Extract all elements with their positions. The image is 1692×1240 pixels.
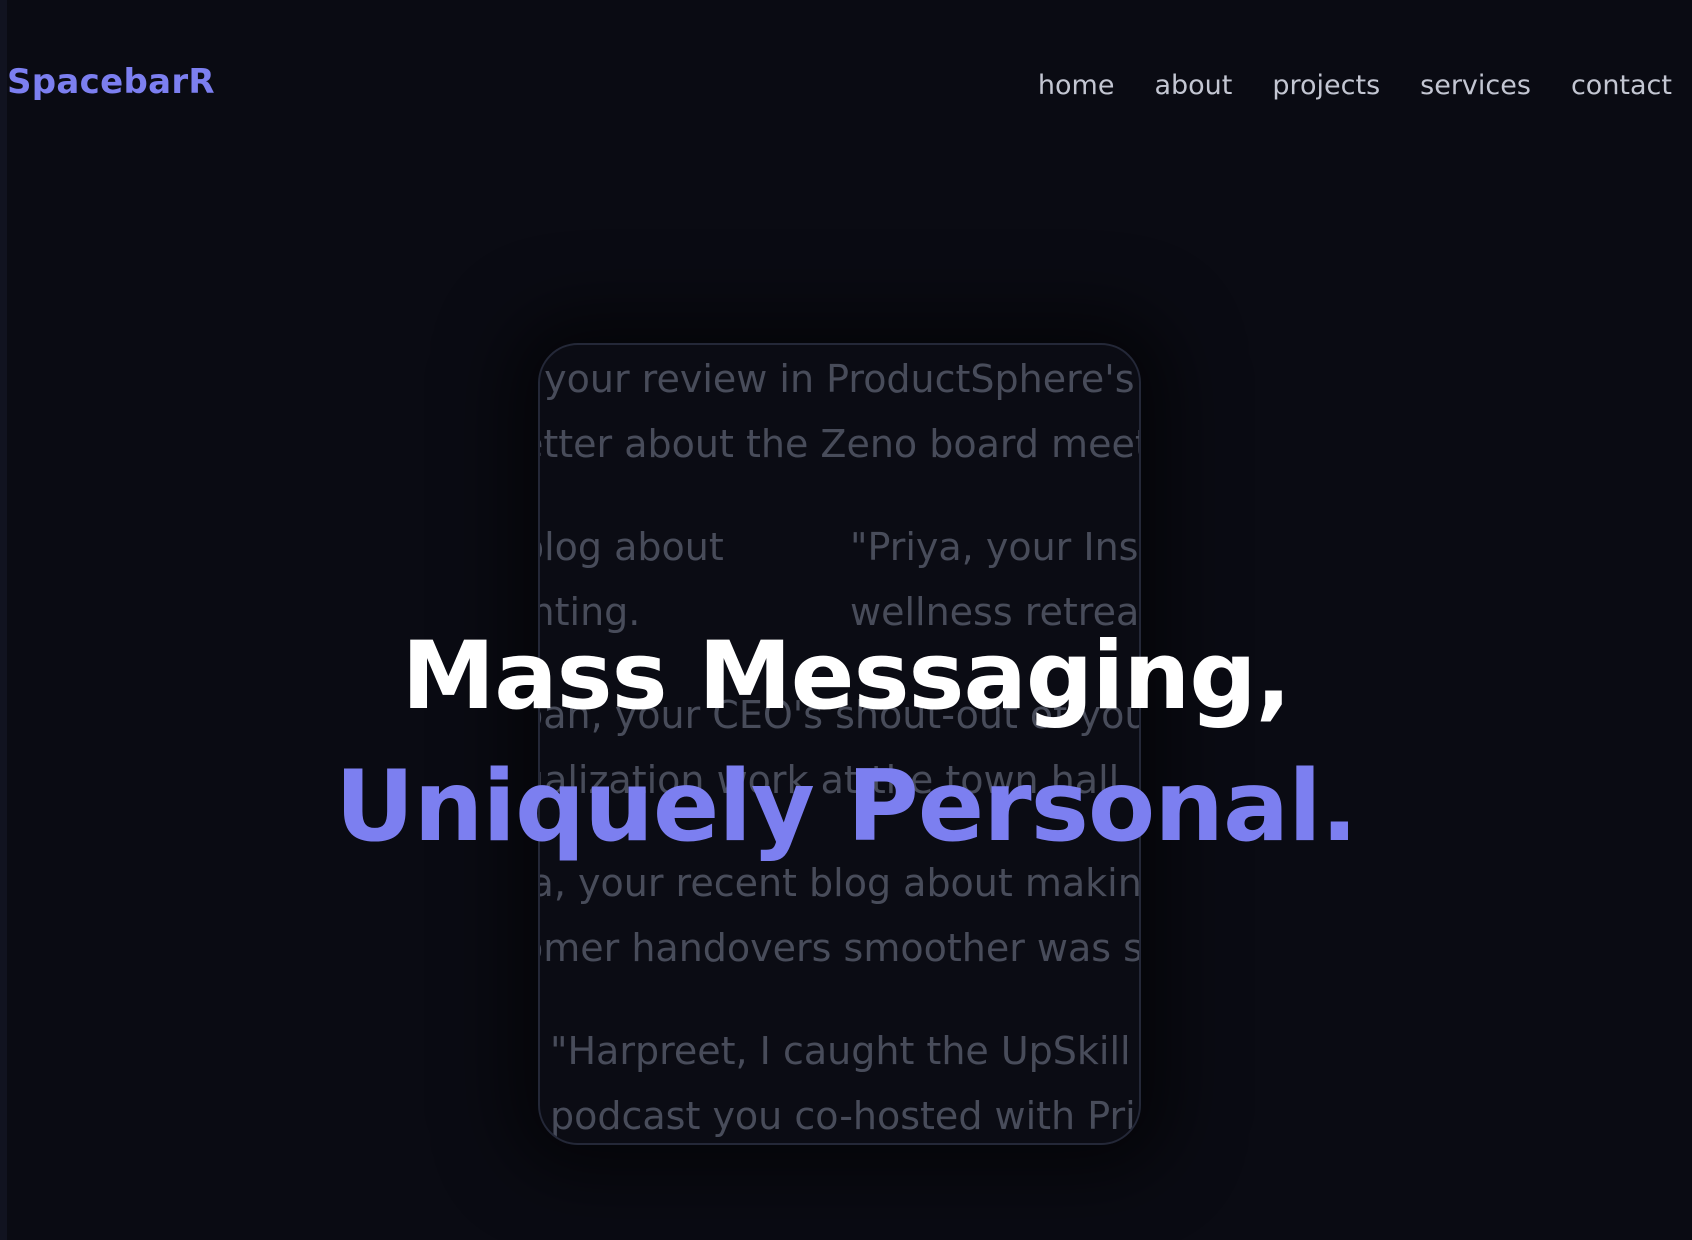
nav-about[interactable]: about: [1154, 70, 1232, 101]
nav-services[interactable]: services: [1420, 70, 1531, 101]
message-preview-card: , your review in ProductSphere's etter a…: [538, 343, 1141, 1145]
message-line: "Harpreet, I caught the UpSkill W: [550, 1029, 1141, 1073]
message-line: , your review in ProductSphere's: [538, 357, 1135, 401]
main-nav: home about projects services contact: [1038, 70, 1672, 101]
landing-page: SpacebarR home about projects services c…: [0, 0, 1692, 1240]
nav-contact[interactable]: contact: [1571, 70, 1672, 101]
hero-heading-line1: Mass Messaging,: [401, 622, 1292, 731]
message-snippet: ia, your recent blog about makin omer ha…: [538, 851, 1141, 981]
message-line: etter about the Zeno board meet: [538, 422, 1141, 466]
message-line: "Priya, your Ins: [850, 525, 1139, 569]
message-line: blog about: [538, 525, 724, 569]
message-snippet: , your review in ProductSphere's etter a…: [538, 347, 1141, 477]
brand-logo[interactable]: SpacebarR: [7, 62, 215, 102]
message-snippet: "Harpreet, I caught the UpSkill W podcas…: [550, 1019, 1141, 1143]
left-edge-strip: [0, 0, 7, 1240]
nav-projects[interactable]: projects: [1272, 70, 1380, 101]
message-line: podcast you co-hosted with Pri: [550, 1094, 1136, 1138]
nav-home[interactable]: home: [1038, 70, 1115, 101]
hero-heading-line2: Uniquely Personal.: [335, 750, 1358, 864]
message-line: omer handovers smoother was s: [538, 926, 1141, 970]
